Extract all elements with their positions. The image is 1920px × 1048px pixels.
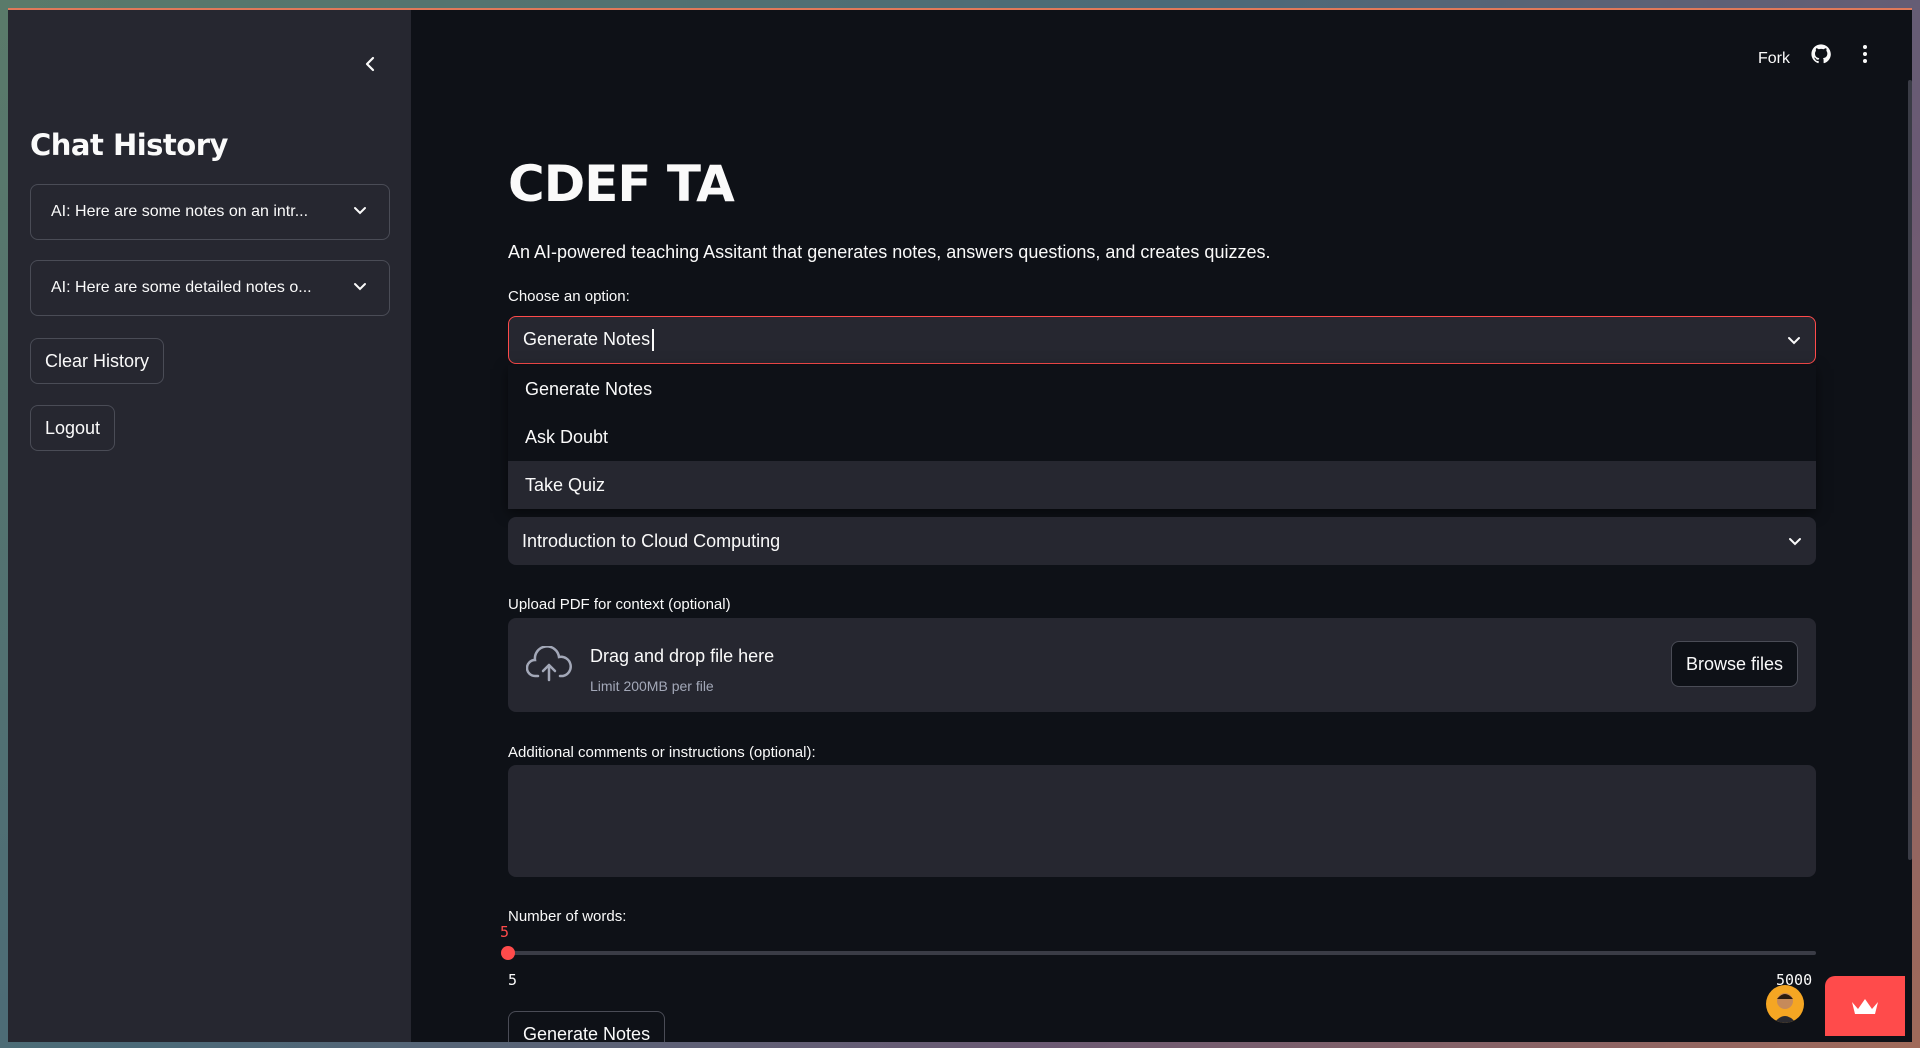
upload-label: Upload PDF for context (optional) xyxy=(508,596,731,613)
history-item[interactable]: AI: Here are some notes on an intr... xyxy=(30,184,390,240)
topic-select[interactable]: Introduction to Cloud Computing xyxy=(508,517,1816,565)
upload-limit: Limit 200MB per file xyxy=(590,678,714,694)
logout-button[interactable]: Logout xyxy=(30,405,116,451)
option-select-value: Generate Notes xyxy=(523,329,655,352)
app-window: Chat History AI: Here are some notes on … xyxy=(8,8,1912,1042)
dropdown-option[interactable]: Generate Notes xyxy=(508,365,1816,413)
words-label: Number of words: xyxy=(508,908,627,925)
option-dropdown: Generate Notes Ask Doubt Take Quiz xyxy=(508,365,1816,509)
sidebar-title: Chat History xyxy=(30,128,228,162)
slider-min: 5 xyxy=(508,971,518,989)
page-title: CDEF TA xyxy=(508,155,735,213)
clear-history-button[interactable]: Clear History xyxy=(30,338,165,384)
streamlit-crown-icon[interactable] xyxy=(1825,976,1905,1036)
more-menu-icon[interactable] xyxy=(1861,44,1869,69)
topic-select-value: Introduction to Cloud Computing xyxy=(522,530,781,551)
avatar[interactable] xyxy=(1766,985,1804,1023)
github-icon[interactable] xyxy=(1811,44,1831,69)
chevron-down-icon xyxy=(353,203,367,221)
cloud-upload-icon xyxy=(525,645,572,689)
sidebar: Chat History AI: Here are some notes on … xyxy=(8,10,411,1042)
comments-label: Additional comments or instructions (opt… xyxy=(508,744,816,761)
scrollbar[interactable] xyxy=(1908,80,1912,860)
history-item-label: AI: Here are some detailed notes o... xyxy=(51,279,312,296)
fork-link[interactable]: Fork xyxy=(1758,50,1790,68)
file-uploader[interactable]: Drag and drop file here Limit 200MB per … xyxy=(508,618,1816,712)
chevron-down-icon xyxy=(1788,531,1802,552)
upload-instructions: Drag and drop file here xyxy=(590,646,775,666)
page-description: An AI-powered teaching Assitant that gen… xyxy=(508,242,1271,262)
comments-textarea[interactable] xyxy=(508,765,1816,877)
slider-value: 5 xyxy=(500,923,510,941)
option-label: Choose an option: xyxy=(508,288,630,305)
option-select[interactable]: Generate Notes xyxy=(508,316,1816,364)
history-item-label: AI: Here are some notes on an intr... xyxy=(51,203,309,220)
collapse-sidebar-icon[interactable] xyxy=(358,52,382,76)
history-item[interactable]: AI: Here are some detailed notes o... xyxy=(30,260,390,316)
chevron-down-icon xyxy=(353,279,367,297)
words-slider-thumb[interactable] xyxy=(501,946,515,960)
words-slider-track[interactable] xyxy=(508,951,1816,955)
chevron-down-icon xyxy=(1787,330,1801,351)
dropdown-option[interactable]: Ask Doubt xyxy=(508,413,1816,461)
generate-notes-button[interactable]: Generate Notes xyxy=(508,1011,666,1042)
browse-files-button[interactable]: Browse files xyxy=(1670,641,1798,687)
dropdown-option[interactable]: Take Quiz xyxy=(508,461,1816,509)
